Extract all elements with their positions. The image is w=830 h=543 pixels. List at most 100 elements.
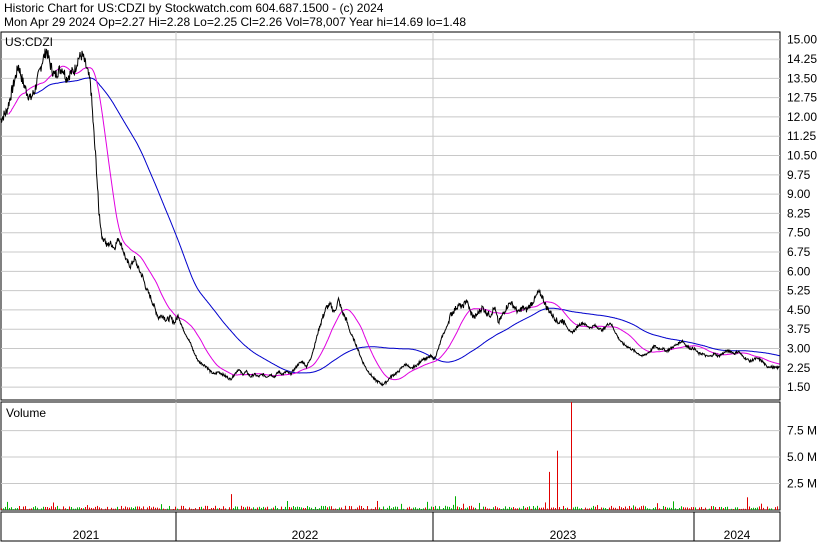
volume-bar bbox=[89, 507, 90, 510]
volume-bar bbox=[159, 508, 160, 510]
volume-bar bbox=[739, 508, 740, 510]
volume-bar bbox=[267, 506, 268, 510]
volume-bar bbox=[233, 508, 234, 510]
volume-bar bbox=[77, 507, 78, 510]
volume-bar bbox=[653, 508, 654, 510]
volume-bar bbox=[63, 506, 64, 510]
volume-bar bbox=[353, 509, 354, 510]
volume-bar bbox=[323, 506, 324, 510]
volume-bar bbox=[473, 507, 474, 510]
volume-bar bbox=[337, 508, 338, 510]
volume-bar bbox=[69, 506, 70, 510]
volume-bar bbox=[651, 509, 652, 510]
price-tick-label: 6.00 bbox=[787, 264, 811, 278]
price-tick-label: 15.00 bbox=[787, 33, 817, 47]
price-tick-label: 13.50 bbox=[787, 71, 817, 85]
volume-bar bbox=[665, 506, 666, 510]
volume-bar bbox=[695, 507, 696, 510]
volume-bar bbox=[35, 506, 36, 510]
volume-bar bbox=[599, 508, 600, 510]
volume-bar bbox=[293, 506, 294, 510]
volume-bar bbox=[767, 506, 768, 510]
volume-bar bbox=[735, 507, 736, 510]
volume-bar bbox=[3, 508, 4, 510]
price-tick-label: 10.50 bbox=[787, 149, 817, 163]
volume-bar bbox=[17, 508, 18, 510]
volume-bar bbox=[583, 509, 584, 510]
volume-bar bbox=[523, 506, 524, 510]
volume-bar bbox=[209, 508, 210, 510]
volume-bar bbox=[689, 508, 690, 510]
volume-bar bbox=[171, 509, 172, 510]
price-tick-label: 5.25 bbox=[787, 284, 811, 298]
volume-bar bbox=[55, 507, 56, 510]
volume-bar bbox=[43, 506, 44, 510]
volume-bar bbox=[447, 506, 448, 510]
volume-bar bbox=[121, 505, 122, 510]
price-tick-label: 4.50 bbox=[787, 303, 811, 317]
volume-bar bbox=[625, 506, 626, 510]
volume-bar bbox=[253, 507, 254, 510]
volume-bar bbox=[577, 506, 578, 510]
volume-bar bbox=[283, 508, 284, 510]
volume-bar bbox=[547, 508, 548, 510]
volume-bar bbox=[533, 506, 534, 510]
volume-bar bbox=[637, 508, 638, 510]
volume-bar bbox=[223, 506, 224, 510]
volume-bar bbox=[589, 508, 590, 510]
volume-bar bbox=[403, 508, 404, 510]
volume-frame bbox=[0, 401, 781, 511]
volume-bar bbox=[597, 505, 598, 510]
volume-bar bbox=[565, 508, 566, 510]
volume-bar bbox=[685, 507, 686, 510]
volume-bar bbox=[71, 507, 72, 510]
volume-bar bbox=[93, 508, 94, 510]
volume-bar bbox=[723, 508, 724, 510]
volume-bar bbox=[349, 505, 350, 510]
volume-bar bbox=[639, 507, 640, 510]
price-axis: 15.00 14.25 13.50 12.75 12.00 11.25 10.50 9.75 9… bbox=[787, 33, 817, 394]
volume-bar bbox=[7, 501, 8, 510]
volume-bar bbox=[385, 509, 386, 510]
volume-bar bbox=[371, 508, 372, 510]
volume-bar bbox=[549, 471, 550, 510]
volume-bar bbox=[451, 508, 452, 510]
volume-bar bbox=[49, 507, 50, 510]
volume-bar bbox=[573, 507, 574, 510]
volume-bar bbox=[709, 508, 710, 510]
volume-bar bbox=[619, 506, 620, 510]
volume-bar bbox=[217, 508, 218, 510]
volume-bar bbox=[387, 507, 388, 510]
volume-bar bbox=[585, 507, 586, 510]
volume-bar bbox=[27, 509, 28, 510]
volume-bar bbox=[765, 509, 766, 510]
volume-bar bbox=[457, 506, 458, 510]
volume-bar bbox=[369, 509, 370, 510]
volume-bar bbox=[263, 506, 264, 510]
volume-bar bbox=[705, 507, 706, 510]
volume-bar bbox=[47, 507, 48, 510]
volume-bar bbox=[657, 503, 658, 510]
volume-bar bbox=[269, 509, 270, 510]
symbol-label: US:CDZI bbox=[5, 35, 53, 49]
volume-bar bbox=[417, 508, 418, 510]
volume-bar bbox=[259, 506, 260, 510]
volume-bar bbox=[123, 508, 124, 510]
volume-bar bbox=[373, 509, 374, 510]
volume-bar bbox=[605, 508, 606, 510]
volume-bar bbox=[131, 507, 132, 510]
volume-bar bbox=[41, 508, 42, 510]
volume-bar bbox=[719, 506, 720, 510]
volume-bar bbox=[591, 507, 592, 510]
volume-bar bbox=[441, 509, 442, 510]
volume-bar bbox=[191, 508, 192, 510]
volume-bar bbox=[539, 507, 540, 510]
price-frame bbox=[0, 31, 781, 401]
volume-bar bbox=[21, 509, 22, 510]
volume-bar bbox=[313, 509, 314, 510]
price-tick-label: 6.75 bbox=[787, 245, 811, 259]
volume-bar bbox=[239, 509, 240, 510]
price-tick-label: 12.00 bbox=[787, 110, 817, 124]
volume-bar bbox=[79, 507, 80, 510]
volume-bar bbox=[117, 506, 118, 510]
